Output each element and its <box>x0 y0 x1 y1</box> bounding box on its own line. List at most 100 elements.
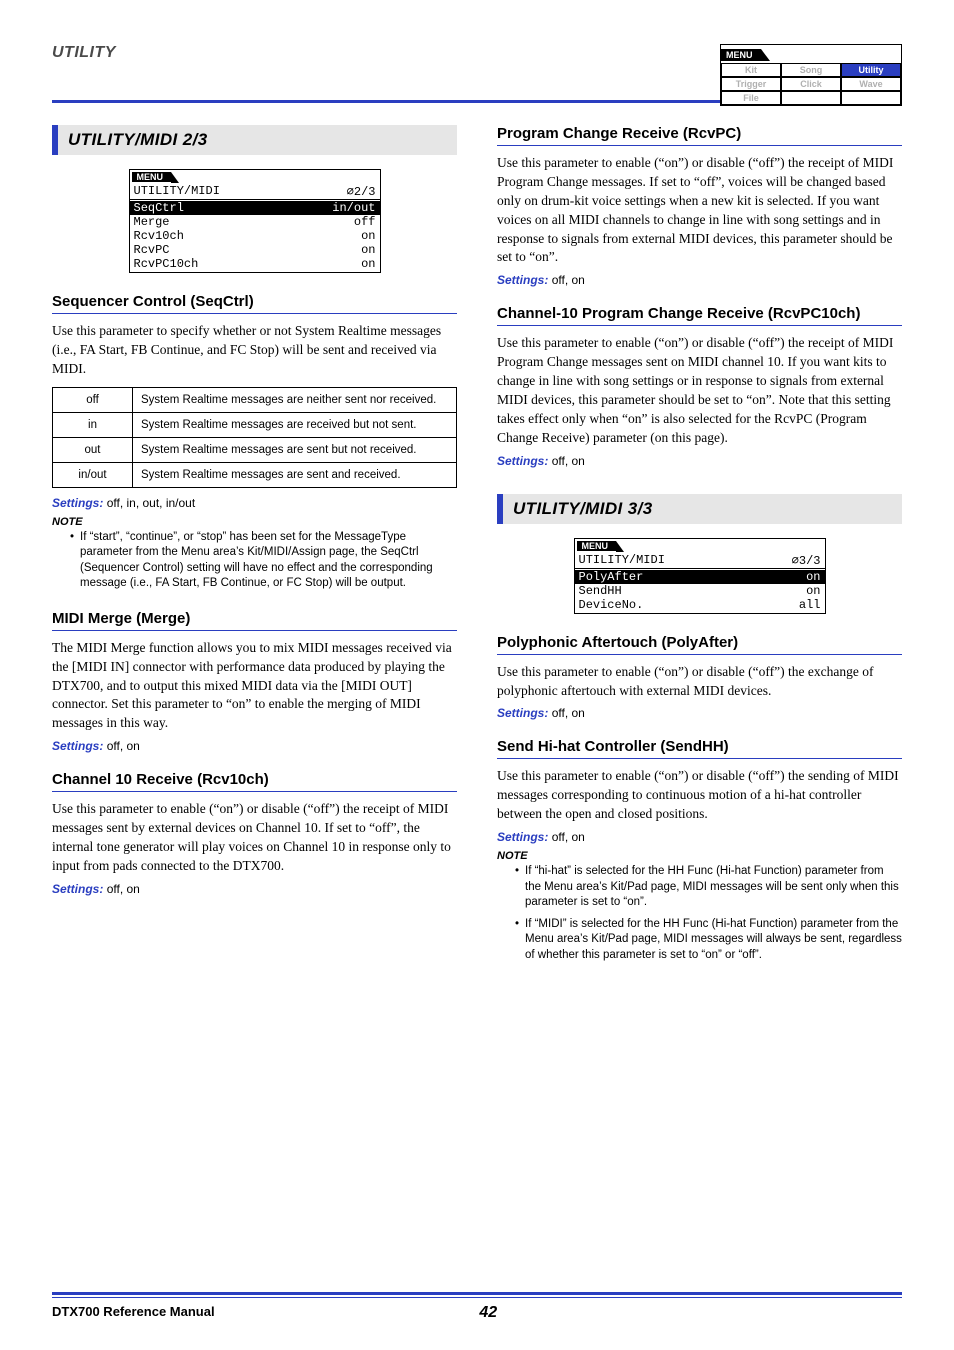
settings-label: Settings: <box>52 496 103 510</box>
table-row: in/outSystem Realtime messages are sent … <box>53 462 457 487</box>
table-cell-key: in <box>53 412 133 437</box>
menu-cell-File: File <box>721 91 781 105</box>
lcd-menu-tab: MENU <box>577 541 617 551</box>
right-column: Program Change Receive (RcvPC) Use this … <box>497 125 902 969</box>
menu-cell-empty <box>781 91 841 105</box>
menu-cell-empty <box>841 91 901 105</box>
table-cell-value: System Realtime messages are received bu… <box>133 412 457 437</box>
lcd-param-value: on <box>361 243 375 257</box>
param-head-rcvpc: Program Change Receive (RcvPC) <box>497 125 902 146</box>
lcd-param-name: SeqCtrl <box>134 201 184 215</box>
table-row: inSystem Realtime messages are received … <box>53 412 457 437</box>
footer-rule-thick <box>52 1292 902 1295</box>
lcd-param-name: RcvPC10ch <box>134 257 199 271</box>
param-body-rcvpc10: Use this parameter to enable (“on”) or d… <box>497 334 902 447</box>
settings-values: off, on <box>552 706 585 720</box>
table-row: outSystem Realtime messages are sent but… <box>53 437 457 462</box>
lcd-param-name: Merge <box>134 215 170 229</box>
lcd-row: DeviceNo. all <box>575 598 825 612</box>
param-body-rcv10ch: Use this parameter to enable (“on”) or d… <box>52 800 457 876</box>
lcd-title-left: UTILITY/MIDI <box>579 553 665 568</box>
section-head-midi-2-3: UTILITY/MIDI 2/3 <box>52 125 457 155</box>
param-body-sendhh: Use this parameter to enable (“on”) or d… <box>497 767 902 824</box>
settings-values: off, on <box>552 830 585 844</box>
lcd-param-name: DeviceNo. <box>579 598 644 612</box>
sendhh-note: If “MIDI” is selected for the HH Func (H… <box>515 917 902 964</box>
table-cell-value: System Realtime messages are neither sen… <box>133 387 457 412</box>
param-head-rcv10ch: Channel 10 Receive (Rcv10ch) <box>52 771 457 792</box>
lcd-param-value: on <box>806 584 820 598</box>
lcd-param-value: all <box>799 598 821 612</box>
settings-sendhh: Settings: off, on <box>497 830 902 844</box>
param-head-seqctrl: Sequencer Control (SeqCtrl) <box>52 293 457 314</box>
menu-cell-Trigger: Trigger <box>721 77 781 91</box>
lcd-menu-tab: MENU <box>132 172 172 182</box>
lcd-param-name: RcvPC <box>134 243 170 257</box>
param-body-seqctrl: Use this parameter to specify whether or… <box>52 322 457 379</box>
settings-rcvpc10: Settings: off, on <box>497 454 902 468</box>
lcd-row: PolyAfter on <box>575 570 825 584</box>
param-body-rcvpc: Use this parameter to enable (“on”) or d… <box>497 154 902 267</box>
seqctrl-table: offSystem Realtime messages are neither … <box>52 387 457 488</box>
footer-manual-title: DTX700 Reference Manual <box>52 1304 215 1322</box>
table-cell-key: out <box>53 437 133 462</box>
settings-rcv10ch: Settings: off, on <box>52 882 457 896</box>
lcd-param-name: PolyAfter <box>579 570 644 584</box>
lcd-row: SeqCtrl in/out <box>130 201 380 215</box>
lcd-row: Rcv10ch on <box>130 229 380 243</box>
menu-tab-label: MENU <box>720 49 761 61</box>
settings-label: Settings: <box>497 706 548 720</box>
settings-rcvpc: Settings: off, on <box>497 273 902 287</box>
menu-cell-Kit: Kit <box>721 63 781 77</box>
section-head-midi-3-3: UTILITY/MIDI 3/3 <box>497 494 902 524</box>
lcd-row: RcvPC10ch on <box>130 257 380 271</box>
footer-page-number: 42 <box>479 1304 497 1322</box>
lcd-title-left: UTILITY/MIDI <box>134 184 220 199</box>
settings-values: off, on <box>552 454 585 468</box>
settings-label: Settings: <box>497 273 548 287</box>
param-head-rcvpc10: Channel-10 Program Change Receive (RcvPC… <box>497 305 902 326</box>
param-head-merge: MIDI Merge (Merge) <box>52 610 457 631</box>
param-body-merge: The MIDI Merge function allows you to mi… <box>52 639 457 733</box>
sendhh-note: If “hi-hat” is selected for the HH Func … <box>515 864 902 911</box>
menu-cell-Utility: Utility <box>841 63 901 77</box>
lcd-page-indicator: ∅2/3 <box>347 184 376 199</box>
settings-merge: Settings: off, on <box>52 739 457 753</box>
settings-values: off, on <box>552 273 585 287</box>
param-head-sendhh: Send Hi-hat Controller (SendHH) <box>497 738 902 759</box>
lcd-screenshot-3-3: MENU UTILITY/MIDI ∅3/3 PolyAfteronSendHH… <box>574 538 826 614</box>
lcd-param-value: off <box>354 215 376 229</box>
settings-values: off, in, out, in/out <box>107 496 196 510</box>
lcd-screenshot-2-3: MENU UTILITY/MIDI ∅2/3 SeqCtrlin/outMerg… <box>129 169 381 273</box>
seqctrl-note: If “start”, “continue”, or “stop” has be… <box>70 530 457 592</box>
settings-label: Settings: <box>52 882 103 896</box>
settings-seqctrl: Settings: off, in, out, in/out <box>52 496 457 510</box>
table-cell-key: in/out <box>53 462 133 487</box>
settings-label: Settings: <box>497 454 548 468</box>
menu-cell-Click: Click <box>781 77 841 91</box>
param-head-polyafter: Polyphonic Aftertouch (PolyAfter) <box>497 634 902 655</box>
footer-rule-thin <box>52 1297 902 1298</box>
lcd-row: SendHH on <box>575 584 825 598</box>
table-cell-value: System Realtime messages are sent and re… <box>133 462 457 487</box>
lcd-row: Merge off <box>130 215 380 229</box>
table-row: offSystem Realtime messages are neither … <box>53 387 457 412</box>
table-cell-value: System Realtime messages are sent but no… <box>133 437 457 462</box>
settings-polyafter: Settings: off, on <box>497 706 902 720</box>
lcd-param-name: Rcv10ch <box>134 229 184 243</box>
param-body-polyafter: Use this parameter to enable (“on”) or d… <box>497 663 902 701</box>
lcd-param-name: SendHH <box>579 584 622 598</box>
table-cell-key: off <box>53 387 133 412</box>
lcd-param-value: in/out <box>332 201 375 215</box>
settings-label: Settings: <box>497 830 548 844</box>
menu-cell-Song: Song <box>781 63 841 77</box>
lcd-param-value: on <box>361 257 375 271</box>
note-label: NOTE <box>497 850 902 862</box>
page-footer: DTX700 Reference Manual 42 <box>0 1292 954 1322</box>
lcd-param-value: on <box>361 229 375 243</box>
settings-values: off, on <box>107 882 140 896</box>
lcd-param-value: on <box>806 570 820 584</box>
menu-cell-Wave: Wave <box>841 77 901 91</box>
lcd-page-indicator: ∅3/3 <box>792 553 821 568</box>
note-label: NOTE <box>52 516 457 528</box>
